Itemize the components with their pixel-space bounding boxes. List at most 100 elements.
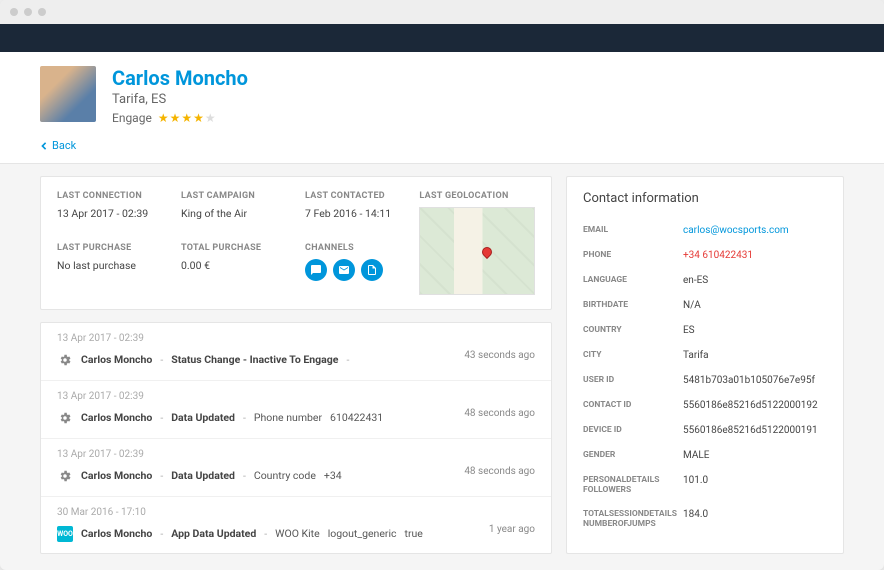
timeline-date: 13 Apr 2017 - 02:39: [57, 391, 535, 402]
contact-row: PERSONALDETAILS FOLLOWERS101.0: [583, 468, 827, 502]
contact-label: EMAIL: [583, 225, 683, 236]
summary-value: King of the Air: [181, 207, 287, 220]
timeline-event: Status Change - Inactive To Engage: [171, 353, 338, 366]
profile-header: Carlos Moncho Tarifa, ES Engage ★★★★★: [0, 52, 884, 133]
window-dot: [38, 8, 46, 16]
timeline-field: Phone number: [254, 411, 322, 424]
summary-cell-channels: CHANNELS: [305, 243, 401, 295]
profile-info: Carlos Moncho Tarifa, ES Engage ★★★★★: [112, 66, 248, 125]
timeline-value: +34: [324, 469, 342, 482]
timeline-row: Carlos Moncho-Data Updated-Phone number6…: [57, 410, 535, 426]
contact-label: LANGUAGE: [583, 275, 683, 286]
contact-label: PHONE: [583, 250, 683, 261]
timeline-field: Country code: [254, 469, 316, 482]
contact-value: MALE: [683, 450, 827, 461]
separator: -: [346, 353, 349, 366]
chat-icon[interactable]: [305, 259, 327, 281]
timeline-row: Carlos Moncho-Data Updated-Country code+…: [57, 468, 535, 484]
contact-title: Contact information: [583, 191, 827, 206]
profile-engage: Engage ★★★★★: [112, 111, 248, 125]
contact-label: DEVICE ID: [583, 425, 683, 436]
engage-label: Engage: [112, 111, 152, 125]
contact-row: DEVICE ID5560186e85216d5122000191: [583, 418, 827, 443]
profile-location: Tarifa, ES: [112, 92, 248, 107]
contact-row: COUNTRYES: [583, 318, 827, 343]
contact-label: USER ID: [583, 375, 683, 386]
contact-value: carlos@wocsports.com: [683, 225, 827, 236]
window-dot: [24, 8, 32, 16]
contact-value: ES: [683, 325, 827, 336]
contact-rows: EMAILcarlos@wocsports.comPHONE+34 610422…: [583, 218, 827, 537]
main-column: LAST CONNECTION 13 Apr 2017 - 02:39 LAST…: [40, 176, 552, 555]
timeline-date: 30 Mar 2016 - 17:10: [57, 507, 535, 518]
contact-row: CONTACT ID5560186e85216d5122000192: [583, 393, 827, 418]
contact-row: LANGUAGEen-ES: [583, 268, 827, 293]
chevron-left-icon: [40, 142, 48, 150]
contact-value: 5481b703a01b105076e7e95f: [683, 375, 827, 386]
timeline-row: WOOCarlos Moncho-App Data Updated-WOO Ki…: [57, 526, 535, 542]
summary-value: No last purchase: [57, 259, 163, 272]
contact-card: Contact information EMAILcarlos@wocsport…: [566, 176, 844, 555]
contact-value: 101.0: [683, 475, 827, 495]
contact-value: 5560186e85216d5122000192: [683, 400, 827, 411]
separator: -: [160, 411, 163, 424]
avatar: [40, 66, 96, 122]
summary-label: LAST GEOLOCATION: [419, 191, 535, 201]
timeline-event: Data Updated: [171, 411, 235, 424]
separator: -: [160, 353, 163, 366]
gear-icon: [57, 410, 73, 426]
summary-label: CHANNELS: [305, 243, 401, 253]
summary-cell-last-campaign: LAST CAMPAIGN King of the Air: [181, 191, 287, 234]
gear-icon: [57, 468, 73, 484]
summary-cell-total-purchase: TOTAL PURCHASE 0.00 €: [181, 243, 287, 295]
contact-value: en-ES: [683, 275, 827, 286]
summary-value: 0.00 €: [181, 259, 287, 272]
contact-label: COUNTRY: [583, 325, 683, 336]
summary-card: LAST CONNECTION 13 Apr 2017 - 02:39 LAST…: [40, 176, 552, 310]
window-titlebar: [0, 0, 884, 24]
timeline-item: 13 Apr 2017 - 02:39Carlos Moncho-Data Up…: [41, 439, 551, 497]
timeline-ago: 48 seconds ago: [464, 466, 535, 477]
timeline-event: App Data Updated: [171, 527, 256, 540]
timeline-item: 13 Apr 2017 - 02:39Carlos Moncho-Status …: [41, 323, 551, 381]
contact-row: CITYTarifa: [583, 343, 827, 368]
summary-label: LAST PURCHASE: [57, 243, 163, 253]
contact-label: CITY: [583, 350, 683, 361]
timeline-actor: Carlos Moncho: [81, 527, 152, 540]
contact-label: PERSONALDETAILS FOLLOWERS: [583, 475, 683, 495]
note-icon[interactable]: [361, 259, 383, 281]
summary-label: LAST CAMPAIGN: [181, 191, 287, 201]
contact-row: EMAILcarlos@wocsports.com: [583, 218, 827, 243]
content-area: LAST CONNECTION 13 Apr 2017 - 02:39 LAST…: [0, 164, 884, 570]
summary-cell-last-purchase: LAST PURCHASE No last purchase: [57, 243, 163, 295]
map-thumbnail[interactable]: [419, 207, 535, 295]
separator: -: [160, 469, 163, 482]
contact-value: Tarifa: [683, 350, 827, 361]
timeline-date: 13 Apr 2017 - 02:39: [57, 449, 535, 460]
timeline-value: logout_generic: [328, 527, 397, 540]
contact-row: BIRTHDATEN/A: [583, 293, 827, 318]
timeline-actor: Carlos Moncho: [81, 353, 152, 366]
star-rating: ★★★★★: [158, 111, 217, 125]
app-window: Carlos Moncho Tarifa, ES Engage ★★★★★ Ba…: [0, 0, 884, 570]
timeline-field: WOO Kite: [275, 527, 320, 540]
contact-row: USER ID5481b703a01b105076e7e95f: [583, 368, 827, 393]
contact-row: PHONE+34 610422431: [583, 243, 827, 268]
separator: -: [264, 527, 267, 540]
summary-cell-geolocation: LAST GEOLOCATION: [419, 191, 535, 295]
summary-label: TOTAL PURCHASE: [181, 243, 287, 253]
contact-value: 184.0: [683, 509, 827, 529]
summary-value: 7 Feb 2016 - 14:11: [305, 207, 401, 220]
timeline-extra: true: [405, 527, 423, 540]
back-button[interactable]: Back: [40, 139, 76, 152]
timeline-ago: 43 seconds ago: [464, 350, 535, 361]
timeline-event: Data Updated: [171, 469, 235, 482]
breadcrumb: Back: [0, 133, 884, 164]
timeline-item: 13 Apr 2017 - 02:39Carlos Moncho-Data Up…: [41, 381, 551, 439]
timeline-item: 30 Mar 2016 - 17:10 WOOCarlos Moncho-App …: [41, 497, 551, 555]
timeline-date: 13 Apr 2017 - 02:39: [57, 333, 535, 344]
back-label: Back: [52, 139, 76, 152]
mail-icon[interactable]: [333, 259, 355, 281]
summary-cell-last-contacted: LAST CONTACTED 7 Feb 2016 - 14:11: [305, 191, 401, 234]
separator: -: [160, 527, 163, 540]
